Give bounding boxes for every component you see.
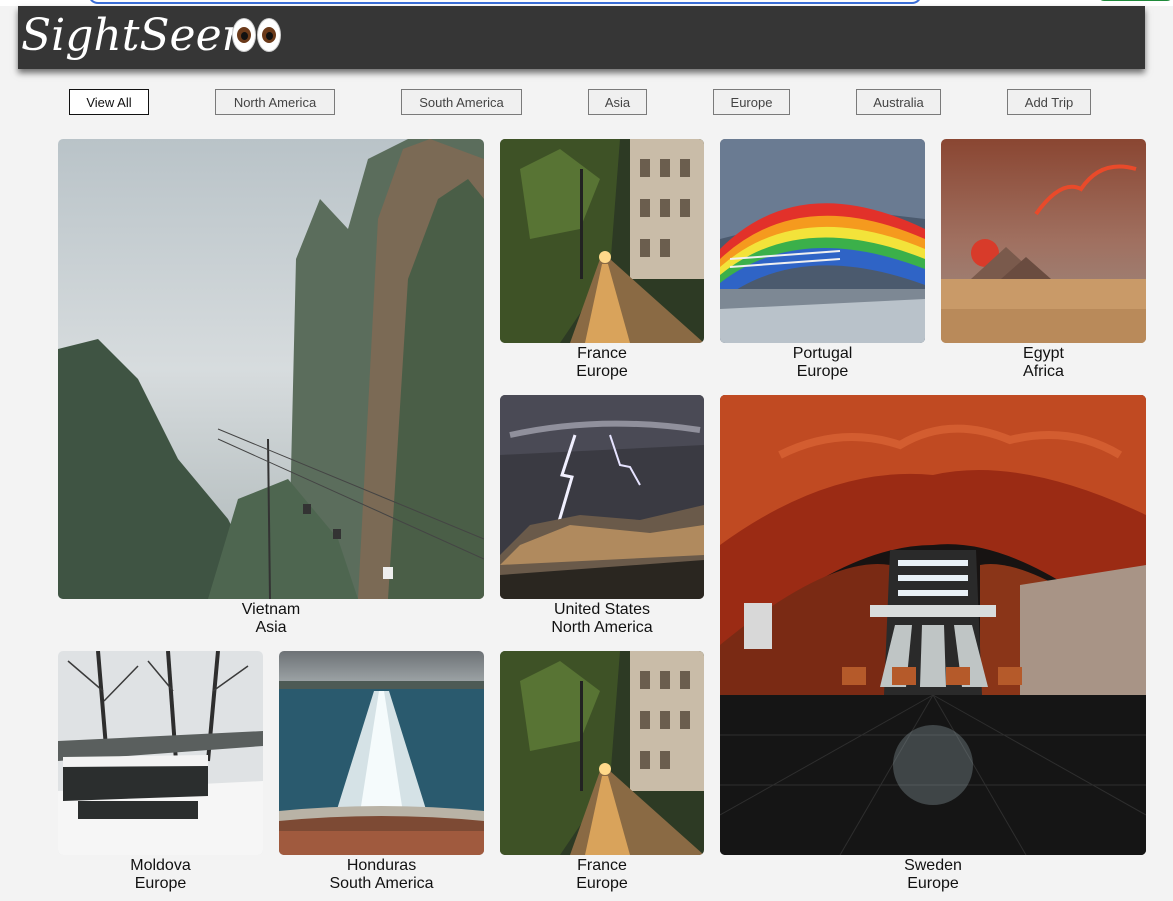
photo-portugal-rainbow[interactable] (720, 139, 925, 343)
caption-moldova: Moldova Europe (58, 857, 263, 893)
region-label: Europe (134, 875, 187, 892)
country-label: Moldova (130, 857, 191, 874)
north-america-button[interactable]: North America (215, 89, 335, 115)
address-bar[interactable] (88, 0, 922, 4)
region-label: North America (551, 619, 653, 636)
photo-france-street[interactable] (500, 139, 704, 343)
photo-moldova-snow[interactable] (58, 651, 263, 855)
south-america-button[interactable]: South America (401, 89, 522, 115)
country-label: France (577, 345, 627, 362)
photo-france-street-2[interactable] (500, 651, 704, 855)
photo-egypt-pyramids[interactable] (941, 139, 1146, 343)
region-label: South America (329, 875, 434, 892)
browser-extension-button[interactable] (1098, 0, 1173, 1)
photo-vietnam[interactable] (58, 139, 484, 599)
photo-sweden-subway[interactable] (720, 395, 1146, 855)
region-label: Europe (576, 875, 628, 892)
logo-text[interactable]: SightSeer (21, 8, 243, 64)
country-label: Honduras (346, 857, 417, 874)
region-label: Europe (576, 363, 628, 380)
photo-honduras-sea[interactable] (279, 651, 484, 855)
site-header: SightSeer (18, 6, 1145, 69)
country-label: Portugal (792, 345, 853, 362)
caption-france-2: France Europe (500, 857, 704, 893)
country-label: Sweden (904, 857, 962, 874)
region-label: Asia (255, 619, 287, 636)
region-label: Europe (907, 875, 959, 892)
caption-vietnam: Vietnam Asia (58, 601, 484, 637)
caption-honduras: Honduras South America (279, 857, 484, 893)
country-label: United States (553, 601, 651, 618)
caption-portugal: Portugal Europe (720, 345, 925, 381)
caption-egypt: Egypt Africa (941, 345, 1146, 381)
eyes-icon (232, 18, 282, 52)
country-label: France (577, 857, 627, 874)
region-label: Europe (796, 363, 849, 380)
caption-sweden: Sweden Europe (720, 857, 1146, 893)
europe-button[interactable]: Europe (713, 89, 790, 115)
country-label: Vietnam (241, 601, 301, 618)
photo-united-states-canyon[interactable] (500, 395, 704, 599)
country-label: Egypt (1023, 345, 1064, 362)
asia-button[interactable]: Asia (588, 89, 647, 115)
caption-france-1: France Europe (500, 345, 704, 381)
add-trip-button[interactable]: Add Trip (1007, 89, 1091, 115)
australia-button[interactable]: Australia (856, 89, 941, 115)
caption-united-states: United States North America (500, 601, 704, 637)
view-all-button[interactable]: View All (69, 89, 149, 115)
region-label: Africa (1023, 363, 1064, 380)
